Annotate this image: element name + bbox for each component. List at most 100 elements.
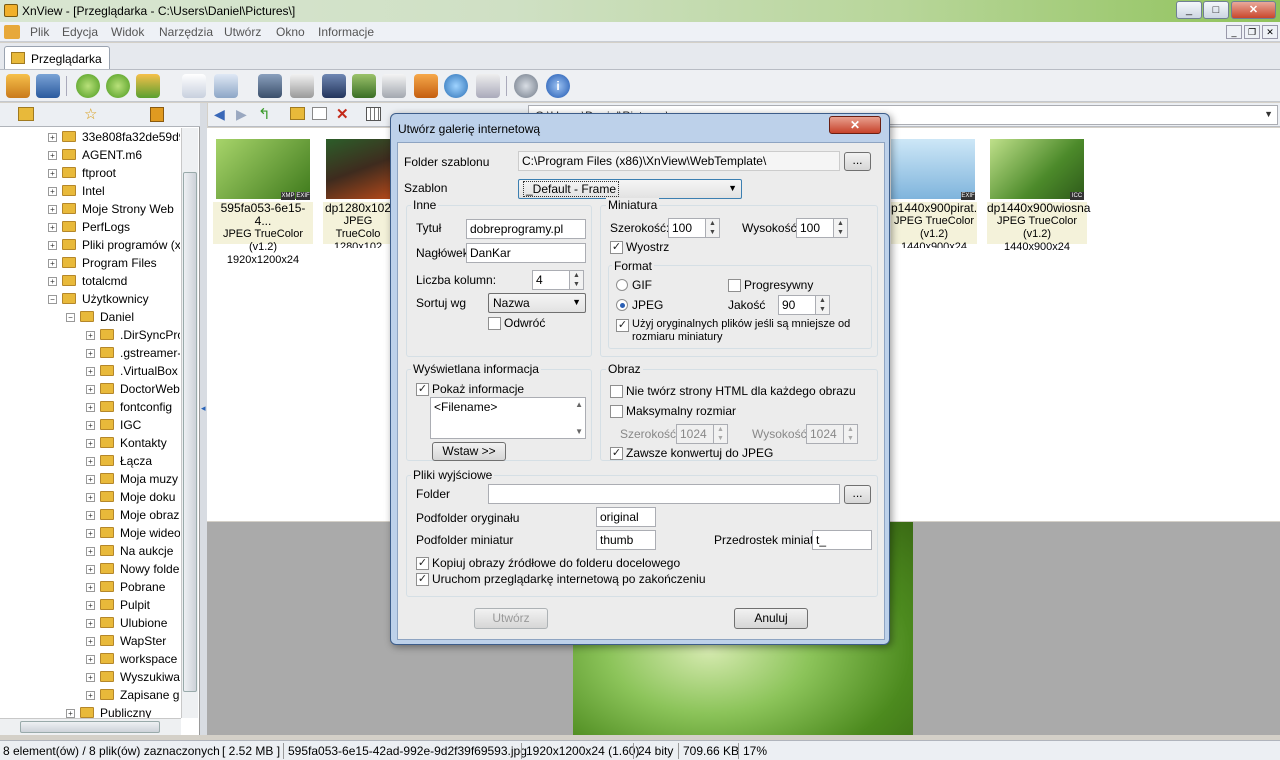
tree-item[interactable]: + Intel [0,182,180,200]
menu-item-0[interactable]: Plik [30,25,49,39]
tree-expander-icon[interactable]: + [48,187,57,196]
gif-radio[interactable] [616,279,628,291]
use-original-checkbox[interactable]: ✓ [616,319,629,332]
tree-item[interactable]: + ftproot [0,164,180,182]
textarea-scroll-down-icon[interactable]: ▼ [575,427,583,436]
tree-expander-icon[interactable]: + [86,619,95,628]
textarea-scroll-up-icon[interactable]: ▲ [575,400,583,409]
tree-hscroll-thumb[interactable] [20,721,160,733]
tree-item[interactable]: + Zapisane g [0,686,180,704]
tree-item[interactable]: + IGC [0,416,180,434]
tree-expander-icon[interactable]: + [48,223,57,232]
max-height-spinner[interactable]: ▲ ▼ [843,424,858,444]
copy-source-checkbox[interactable]: ✓ [416,557,429,570]
tree-expander-icon[interactable]: + [86,475,95,484]
open-image-icon[interactable] [6,74,30,98]
tree-expander-icon[interactable]: + [48,151,57,160]
new-folder-icon[interactable] [290,107,305,120]
tab-browser[interactable]: Przeglądarka [4,46,110,69]
tree-item[interactable]: + Wyszukiwa [0,668,180,686]
tree-item[interactable]: + PerfLogs [0,218,180,236]
rename-icon[interactable] [312,107,327,120]
jpeg-radio[interactable] [616,299,628,311]
tree-item[interactable]: + workspace [0,650,180,668]
tree-item[interactable]: + Moje obraz [0,506,180,524]
tree-expander-icon[interactable]: + [86,601,95,610]
tree-expander-icon[interactable]: + [86,583,95,592]
thumb-height-input[interactable]: 100 [796,218,834,238]
minimize-button[interactable]: _ [1176,1,1202,19]
tree-item[interactable]: + Pliki programów (x [0,236,180,254]
tree-expander-icon[interactable]: + [48,259,57,268]
search-icon[interactable] [258,74,282,98]
rotate-right-icon[interactable] [106,74,130,98]
tree-item[interactable]: + totalcmd [0,272,180,290]
tree-item[interactable]: + Nowy folde [0,560,180,578]
back-icon[interactable]: ◀ [214,106,225,123]
tree-item[interactable]: + Moje Strony Web [0,200,180,218]
reverse-checkbox[interactable] [488,317,501,330]
info-template-textarea[interactable]: <Filename> ▲ ▼ [430,397,586,439]
tree-item[interactable]: + Moje doku [0,488,180,506]
gear-icon[interactable] [514,74,538,98]
tree-item[interactable]: + Program Files [0,254,180,272]
tree-item[interactable]: − Użytkownicy [0,290,180,308]
columns-spinner[interactable]: ▲ ▼ [569,270,584,290]
max-width-spinner[interactable]: ▲ ▼ [713,424,728,444]
rotate-left-icon[interactable] [76,74,100,98]
tree-item[interactable]: + Pulpit [0,596,180,614]
progressive-checkbox[interactable] [728,279,741,292]
tree-horizontal-scrollbar[interactable] [0,718,181,735]
menu-item-2[interactable]: Widok [111,25,144,39]
up-folder-icon[interactable]: ↰ [258,105,271,123]
tree-expander-icon[interactable]: − [48,295,57,304]
tree-expander-icon[interactable]: + [86,511,95,520]
tree-expander-icon[interactable]: − [66,313,75,322]
mdi-close-button[interactable]: ✕ [1262,25,1278,39]
tree-item[interactable]: + Łącza [0,452,180,470]
tree-expander-icon[interactable]: + [86,673,95,682]
tree-expander-icon[interactable]: + [86,691,95,700]
folders-tab-icon[interactable] [18,107,34,121]
thumbnail-item[interactable]: ICC dp1440x900wiosna JPEG TrueColor (v1.… [987,136,1090,253]
capture-icon[interactable] [382,74,406,98]
tree-item[interactable]: + .gstreamer- [0,344,180,362]
tree-expander-icon[interactable]: + [86,349,95,358]
tree-expander-icon[interactable]: + [48,277,57,286]
cancel-button[interactable]: Anuluj [734,608,808,629]
menu-item-3[interactable]: Narzędzia [159,25,213,39]
tree-expander-icon[interactable]: + [86,655,95,664]
tree-expander-icon[interactable]: + [86,385,95,394]
tree-item[interactable]: − Daniel [0,308,180,326]
tree-expander-icon[interactable]: + [86,439,95,448]
dialog-close-button[interactable]: ✕ [829,116,881,134]
tree-expander-icon[interactable]: + [86,457,95,466]
move-to-icon[interactable] [136,74,160,98]
thumb-width-input[interactable]: 100 [668,218,706,238]
tree-item[interactable]: + Kontakty [0,434,180,452]
tree-item[interactable]: + Pobrane [0,578,180,596]
tree-expander-icon[interactable]: + [86,367,95,376]
sharpen-checkbox[interactable]: ✓ [610,241,623,254]
path-dropdown-icon[interactable]: ▼ [1264,109,1273,119]
show-info-checkbox[interactable]: ✓ [416,383,429,396]
tree-expander-icon[interactable]: + [86,547,95,556]
thumbnail-item[interactable]: EXIF p1440x900pirat... JPEG TrueColor (v… [891,136,977,248]
grid-view-icon[interactable] [366,107,381,121]
menu-item-4[interactable]: Utwórz [224,25,261,39]
mdi-minimize-button[interactable]: _ [1226,25,1242,39]
quality-input[interactable]: 90 [778,295,816,315]
web-icon[interactable] [444,74,468,98]
print-icon[interactable] [290,74,314,98]
thumbnail-item[interactable]: dp1280x102 JPEG TrueColo 1280x102 [323,136,393,248]
thumb-subfolder-input[interactable]: thumb [596,530,656,550]
thumb-width-spinner[interactable]: ▲ ▼ [705,218,720,238]
title-input[interactable]: dobreprogramy.pl [466,219,586,239]
tree-item[interactable]: + Publiczny [0,704,180,718]
tree-item[interactable]: + DoctorWeb [0,380,180,398]
max-height-input[interactable]: 1024 [806,424,844,444]
mdi-restore-button[interactable]: ❐ [1244,25,1260,39]
menu-item-5[interactable]: Okno [276,25,305,39]
tree-item[interactable]: + Na aukcje [0,542,180,560]
tree-scroll-thumb[interactable] [183,172,197,692]
